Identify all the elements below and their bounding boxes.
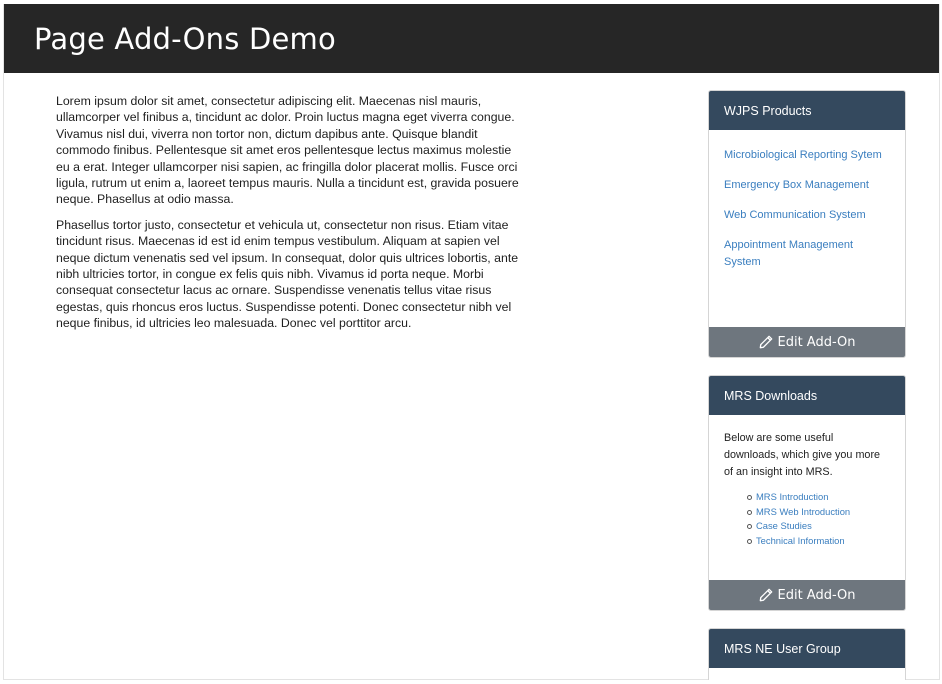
pencil-icon [759,588,773,602]
downloads-panel-title: MRS Downloads [709,376,905,415]
user-group-panel-title: MRS NE User Group [709,629,905,668]
edit-addon-label: Edit Add-On [777,587,856,603]
page-header: Page Add-Ons Demo [4,4,939,73]
paragraph: Phasellus tortor justo, consectetur et v… [56,217,519,331]
download-link[interactable]: MRS Introduction [747,490,890,505]
downloads-link-list: MRS Introduction MRS Web Introduction Ca… [724,490,890,548]
product-link[interactable]: Microbiological Reporting Sytem [724,147,890,164]
products-panel-title: WJPS Products [709,91,905,130]
download-link[interactable]: Technical Information [747,534,890,549]
download-link[interactable]: MRS Web Introduction [747,505,890,520]
pencil-icon [759,335,773,349]
edit-addon-label: Edit Add-On [777,334,856,350]
main-content: Lorem ipsum dolor sit amet, consectetur … [56,93,520,341]
edit-addon-button[interactable]: Edit Add-On [709,327,905,357]
products-link-list: Microbiological Reporting Sytem Emergenc… [724,147,890,271]
paragraph: Lorem ipsum dolor sit amet, consectetur … [56,94,519,207]
downloads-panel: MRS Downloads Below are some useful down… [708,375,906,611]
page-title: Page Add-Ons Demo [34,21,336,56]
products-panel: WJPS Products Microbiological Reporting … [708,90,906,358]
user-group-panel: MRS NE User Group [708,628,906,680]
product-link[interactable]: Emergency Box Management [724,177,890,194]
download-link[interactable]: Case Studies [747,519,890,534]
product-link[interactable]: Web Communication System [724,207,890,224]
downloads-description: Below are some useful downloads, which g… [724,432,881,478]
product-link[interactable]: Appointment Management System [724,237,890,271]
edit-addon-button[interactable]: Edit Add-On [709,580,905,610]
